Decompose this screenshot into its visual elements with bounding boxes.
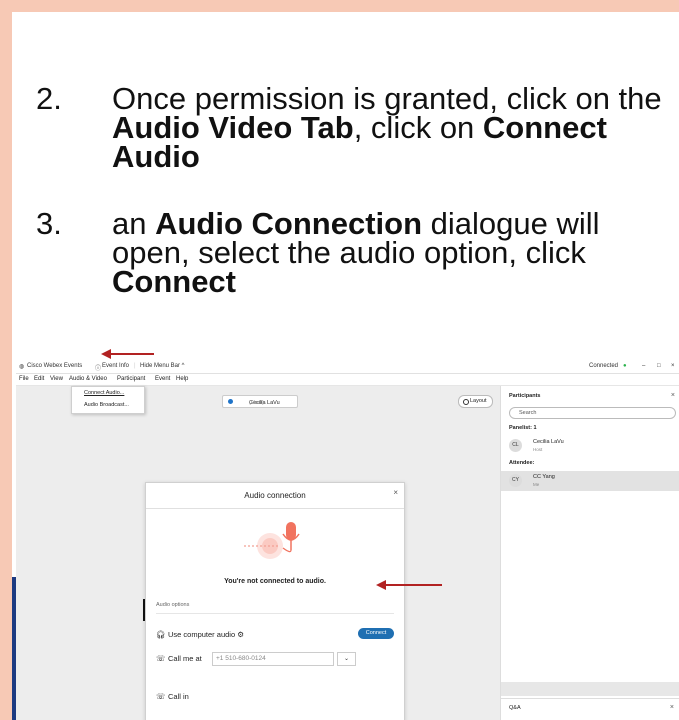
minimize-button[interactable]: – [642, 363, 645, 369]
hide-menu-bar-button[interactable]: Hide Menu Bar ^ [140, 363, 185, 369]
connection-status: Connected [589, 363, 619, 369]
participants-title[interactable]: Participants [509, 393, 540, 399]
menu-file[interactable]: File [19, 376, 29, 382]
phone-icon: ☏ [156, 692, 166, 701]
step-3: 3. an Audio Connection dialogue will ope… [36, 206, 676, 299]
slide-frame-top [0, 0, 679, 12]
panelist-label[interactable]: Panelist: 1 [509, 425, 537, 431]
call-in-option[interactable]: ☏ Call in [156, 692, 189, 701]
close-icon[interactable]: × [670, 704, 674, 711]
search-placeholder: Search [519, 410, 537, 416]
phone-number-input[interactable]: +1 510-680-0124 [212, 652, 334, 666]
annotation-arrow-head [376, 580, 386, 590]
annotation-arrow-head [101, 349, 111, 359]
participant-role: Host [533, 447, 543, 452]
webex-logo-icon: ◍ [19, 364, 25, 370]
focus-indicator [143, 599, 145, 621]
step-text: an Audio Connection dialogue will open, … [112, 206, 600, 299]
info-icon[interactable]: ⓘ [95, 363, 101, 372]
menu-bar: File Edit View Audio & Video Participant… [16, 374, 679, 386]
layout-button[interactable]: Layout [458, 395, 493, 408]
app-name: Cisco Webex Events [27, 363, 83, 369]
participant-role: Me [533, 482, 540, 487]
audio-status-text: You're not connected to audio. [224, 578, 326, 585]
chevron-down-icon[interactable]: ⌄ [337, 652, 356, 666]
settings-icon[interactable]: ⚙ [237, 630, 244, 639]
participant-search-input[interactable]: Search [509, 407, 676, 419]
layout-icon [463, 399, 469, 405]
menu-audio-video[interactable]: Audio & Video [69, 376, 107, 382]
annotation-arrow-line [110, 353, 154, 355]
step-number: 3. [36, 206, 62, 241]
step-2: 2. Once permission is granted, click on … [36, 81, 676, 174]
avatar: CL [509, 439, 522, 452]
connect-button[interactable]: Connect [358, 628, 394, 639]
audio-broadcast-menu-item[interactable]: Audio Broadcast... [84, 402, 129, 408]
active-speaker-pill: Cecilia LaVu (Host) [222, 395, 298, 408]
menu-view[interactable]: View [50, 376, 63, 382]
menu-help[interactable]: Help [176, 376, 188, 382]
avatar: CY [509, 474, 522, 487]
participants-panel: Participants × Search Panelist: 1 CL Cec… [500, 386, 679, 720]
participant-name: CC Yang [533, 474, 555, 480]
host-role: (Host) [249, 400, 264, 406]
titlebar-divider: | [134, 363, 136, 369]
menu-edit[interactable]: Edit [34, 376, 44, 382]
event-info-button[interactable]: Event Info [102, 363, 129, 369]
window-close-button[interactable]: × [671, 363, 675, 369]
annotation-arrow-line [384, 584, 442, 586]
participant-row-me[interactable]: CY CC Yang Me [501, 471, 679, 491]
participant-name: Cecilia LaVu [533, 439, 564, 445]
close-icon[interactable]: × [671, 392, 675, 399]
call-me-option[interactable]: ☏ Call me at [156, 654, 202, 663]
connected-dot-icon: ● [623, 363, 627, 369]
audio-connection-dialog: Audio connection × You're not connected … [143, 482, 405, 720]
phone-icon: ☏ [156, 654, 166, 663]
qa-label: Q&A [509, 705, 521, 711]
menu-participant[interactable]: Participant [117, 376, 145, 382]
app-titlebar: ◍ Cisco Webex Events ⓘ Event Info | Hide… [16, 361, 679, 374]
headset-icon: 🎧︎ [156, 630, 166, 639]
close-icon[interactable]: × [393, 488, 398, 497]
qa-panel-header[interactable]: Q&A × [501, 698, 679, 720]
connect-audio-menu-item[interactable]: Connect Audio... [84, 390, 124, 396]
microphone-icon [244, 522, 300, 559]
step-number: 2. [36, 81, 62, 116]
participant-row-host[interactable]: CL Cecilia LaVu Host [501, 436, 679, 456]
audio-options-label: Audio options [156, 602, 190, 608]
dialog-title: Audio connection [244, 491, 306, 500]
panel-toolbar [501, 682, 679, 696]
host-status-icon [228, 399, 233, 404]
attendee-label[interactable]: Attendee: [509, 460, 534, 466]
slide-frame-left [0, 0, 12, 720]
divider [146, 508, 404, 509]
webex-screenshot: ◍ Cisco Webex Events ⓘ Event Info | Hide… [16, 361, 679, 720]
instruction-list: 2. Once permission is granted, click on … [36, 81, 676, 299]
audio-video-menu: Connect Audio... Audio Broadcast... [71, 386, 145, 414]
menu-event[interactable]: Event [155, 376, 170, 382]
divider [156, 613, 394, 614]
step-text: Once permission is granted, click on the… [112, 81, 662, 174]
use-computer-audio-option[interactable]: 🎧︎ Use computer audio ⚙ [156, 630, 244, 639]
maximize-button[interactable]: □ [657, 363, 661, 369]
